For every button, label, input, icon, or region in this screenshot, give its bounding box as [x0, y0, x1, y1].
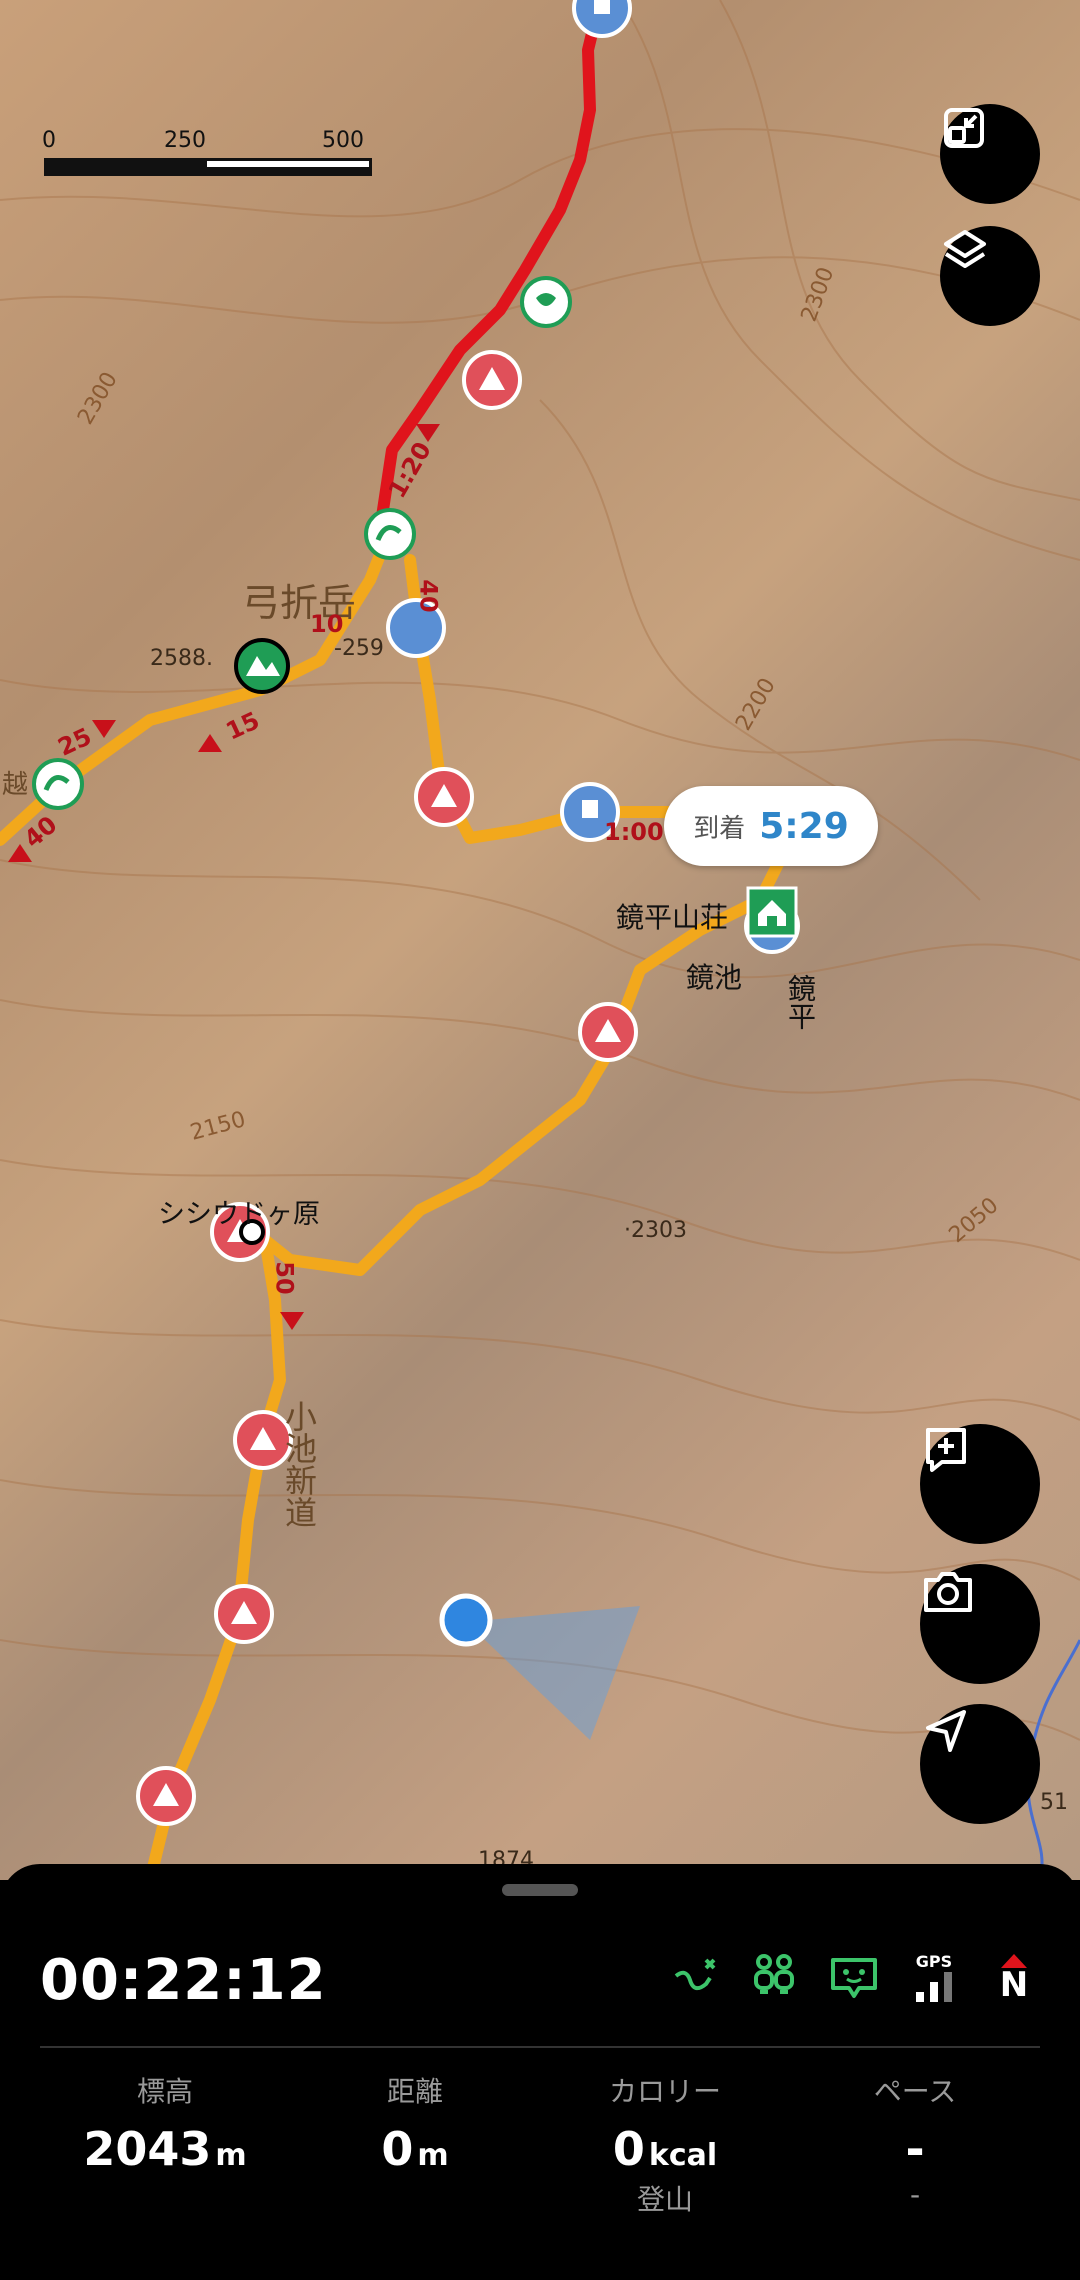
- add-memo-button[interactable]: [920, 1424, 1040, 1544]
- navigate-button[interactable]: [920, 1704, 1040, 1824]
- stat-unit: kcal: [648, 2138, 718, 2173]
- route-time-label: 10: [310, 610, 344, 638]
- layers-button[interactable]: [940, 226, 1040, 326]
- arrival-time: 5:29: [759, 805, 849, 847]
- stat-label: カロリー: [608, 2075, 721, 2108]
- gps-label: GPS: [915, 1952, 953, 1971]
- heading-cone: [466, 1606, 640, 1740]
- stat-pace: ペース - -: [790, 2070, 1040, 2211]
- route-time-label: 1:00: [604, 818, 664, 846]
- app: 0 250 m 500 m 弓折岳 2588. -259 ·2303 2150 …: [0, 0, 1080, 2280]
- hut-marker[interactable]: [746, 886, 798, 938]
- compass-label: N: [999, 1965, 1029, 2005]
- stat-label: ペース: [873, 2075, 957, 2108]
- pond-name: 鏡池: [686, 961, 743, 994]
- stat-calories: カロリー 0 kcal 登山: [540, 2070, 790, 2218]
- route-time-label-cut: 51: [1040, 1790, 1068, 1815]
- arrival-label: 到着: [693, 813, 746, 844]
- stat-value: 0: [612, 2122, 645, 2176]
- trail-name: 小池新道: [280, 1400, 318, 1528]
- stat-sub: 登山: [636, 2183, 693, 2216]
- map-view[interactable]: 0 250 m 500 m 弓折岳 2588. -259 ·2303 2150 …: [0, 0, 1080, 1880]
- stat-unit: m: [215, 2138, 247, 2173]
- elapsed-timer: 00:22:12: [40, 1948, 327, 2013]
- chat-icon[interactable]: [828, 1950, 880, 2006]
- current-location-dot: [439, 1593, 493, 1647]
- route-icon[interactable]: [668, 1950, 720, 2006]
- contour-lines: [0, 0, 1080, 1741]
- stat-distance: 距離 0m: [290, 2070, 540, 2176]
- people-icon[interactable]: [748, 1950, 800, 2006]
- elevation-label: -259: [334, 636, 384, 661]
- stat-sub: -: [909, 2178, 921, 2211]
- stat-elevation: 標高 2043 m: [40, 2070, 290, 2176]
- stat-value: 0: [381, 2122, 414, 2176]
- stat-value: 2043: [83, 2122, 212, 2176]
- hut-name: 鏡平山荘: [616, 901, 729, 934]
- elevation-label: ·2303: [624, 1218, 687, 1243]
- scale-zero: 0: [42, 128, 56, 153]
- arrival-bubble[interactable]: 到着 5:29: [664, 786, 878, 866]
- fit-bounds-button[interactable]: [940, 104, 1040, 204]
- elevation-label: 2588.: [150, 646, 213, 671]
- status-icons: GPS N: [668, 1950, 1040, 2006]
- camera-button[interactable]: [920, 1564, 1040, 1684]
- compass-north-icon[interactable]: N: [988, 1950, 1040, 2006]
- area-name: 鏡平: [784, 974, 817, 1030]
- sheet-handle[interactable]: [502, 1884, 578, 1896]
- stat-value: -: [905, 2122, 925, 2176]
- scale-bar-graphic: [44, 158, 372, 176]
- activity-sheet[interactable]: 00:22:12 GPS N 標高 2043 m 距離 0 m カロリー 0 k…: [0, 1864, 1080, 2280]
- route-time-label: 50: [270, 1261, 299, 1295]
- stat-label: 距離: [386, 2075, 443, 2108]
- hazard-markers[interactable]: [136, 350, 638, 1826]
- place-name: シシウドヶ原: [158, 1199, 320, 1230]
- stat-unit: m: [417, 2138, 449, 2173]
- divider: [40, 2046, 1040, 2048]
- map-canvas[interactable]: [0, 0, 1080, 1880]
- place-name-cut: 越: [2, 770, 29, 800]
- gps-signal-icon: GPS: [908, 1950, 960, 2006]
- trail-lines: [0, 524, 786, 1880]
- stat-label: 標高: [136, 2075, 193, 2108]
- route-time-label: 40: [414, 579, 443, 613]
